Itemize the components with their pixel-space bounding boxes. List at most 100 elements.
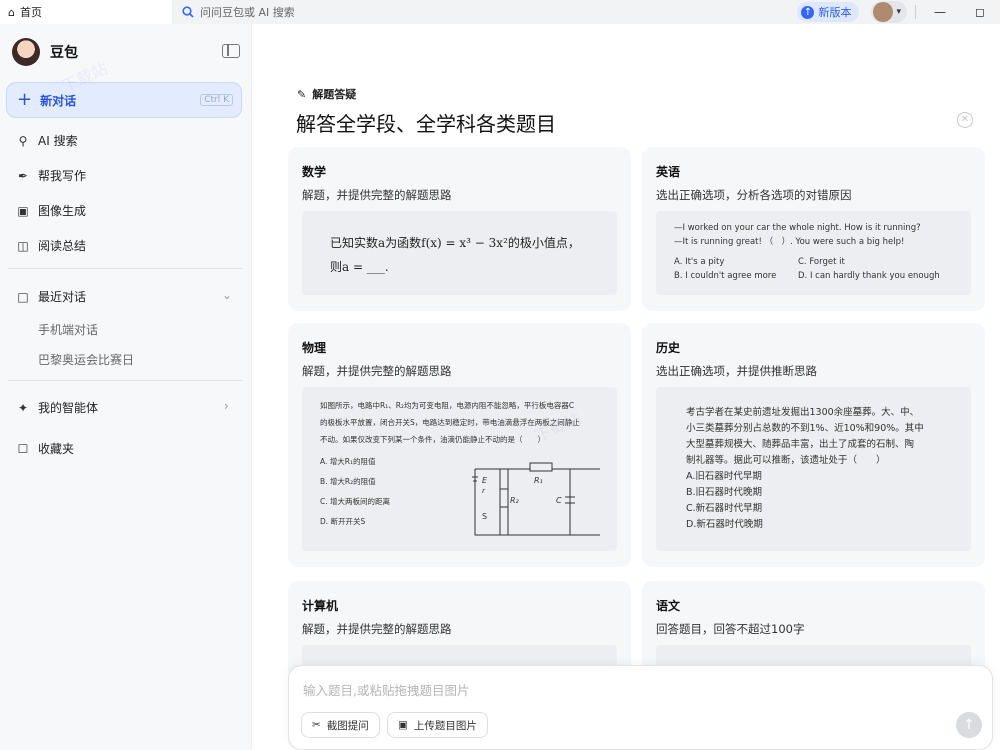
question-line: 小三类墓葬分别占总数的不到1%、近10%和90%。其中 [686, 423, 924, 434]
card-title: 英语 [656, 165, 681, 179]
sidebar-item-label: 阅读总结 [38, 239, 87, 253]
shortcut-badge: Ctrl K [200, 94, 233, 106]
avatar [873, 2, 894, 22]
sidebar-item-writing[interactable]: ✒ 帮我写作 [16, 167, 86, 184]
card-title: 计算机 [302, 599, 339, 613]
option: B. I couldn't agree more [674, 271, 777, 281]
chevron-down-icon: ▾ [896, 7, 901, 17]
card-desc: 解题，并提供完整的解题思路 [302, 364, 452, 378]
sidebar-item-image[interactable]: ▣ 图像生成 [16, 202, 86, 219]
new-chat-button[interactable]: + 新对话 Ctrl K [6, 82, 242, 118]
sidebar-item-label: 帮我写作 [38, 169, 87, 183]
example-box: —I worked on your car the whole night. H… [656, 211, 971, 295]
card-title: 物理 [302, 341, 327, 355]
brand-name: 豆包 [50, 45, 78, 61]
card-title: 数学 [302, 165, 327, 179]
sidebar-item-label: 图像生成 [38, 204, 87, 218]
sidebar-item-label: 我的智能体 [38, 401, 99, 415]
image-icon: ▣ [17, 203, 29, 218]
brand: 豆包 [12, 38, 78, 66]
divider [8, 268, 242, 269]
sidebar-item-favorites[interactable]: ☐ 收藏夹 [16, 440, 74, 457]
question-input[interactable]: 输入题目,或粘贴拖拽题目图片 [303, 680, 469, 699]
question-line: 不动。如果仅改变下列某一个条件，油滴仍能静止不动的是（ ） [320, 435, 545, 444]
card-desc: 解题，并提供完整的解题思路 [302, 622, 452, 636]
recent-chat-item[interactable]: 手机端对话 [38, 321, 98, 338]
new-chat-label: 新对话 [40, 93, 77, 108]
label-r1: R₁ [534, 476, 543, 485]
card-desc: 回答题目，回答不超过100字 [656, 622, 805, 636]
screenshot-ask-label: 截图提问 [326, 719, 369, 732]
option: A.旧石器时代早期 [686, 471, 762, 482]
option: C. Forget it [798, 257, 845, 267]
option: C.新石器时代早期 [686, 503, 763, 514]
graduation-cap-icon: ✎ [297, 87, 307, 101]
question-line: 制礼器等。据此可以推断，该遗址处于（ ） [686, 455, 886, 466]
math-line: 则a = ___. [330, 260, 389, 274]
card-title: 历史 [656, 341, 681, 355]
card-physics[interactable]: 物理 解题，并提供完整的解题思路 如图所示，电路中R₁、R₂均为可变电阻，电源内… [288, 323, 631, 567]
user-menu[interactable]: ▾ [871, 1, 907, 23]
page-title: 解答全学段、全学科各类题目 [296, 112, 556, 136]
question-line: 大型墓葬规模大、随葬品丰富，出土了成套的石制、陶 [686, 439, 915, 450]
minimize-button[interactable]: — [920, 0, 960, 24]
question-line: —It is running great! （ ）. You were such… [674, 237, 905, 247]
card-desc: 选出正确选项，分析各选项的对错原因 [656, 188, 852, 202]
recent-chat-item[interactable]: 巴黎奥运会比赛日 [38, 351, 134, 368]
example-box: 已知实数a为函数f(x) = x³ − 3x²的极小值点， 则a = ___. [302, 211, 617, 295]
card-history[interactable]: 历史 选出正确选项，并提供推断思路 考古学者在某史前遗址发掘出1300余座墓葬。… [642, 323, 985, 567]
maximize-button[interactable]: ◻ [960, 0, 1000, 24]
image-upload-icon: ▣ [398, 719, 408, 731]
scissors-icon: ✂ [312, 719, 321, 731]
search-bar[interactable]: 问问豆包或 AI 搜索 [182, 4, 295, 20]
question-line: —I worked on your car the whole night. H… [674, 223, 921, 233]
upload-image-button[interactable]: ▣ 上传题目图片 [387, 712, 488, 738]
question-line: 考古学者在某史前遗址发掘出1300余座墓葬。大、中、 [686, 407, 920, 418]
label-r2: R₂ [510, 496, 520, 505]
card-desc: 选出正确选项，并提供推断思路 [656, 364, 817, 378]
sidebar-item-recent[interactable]: □ 最近对话 [16, 288, 86, 305]
card-english[interactable]: 英语 选出正确选项，分析各选项的对错原因 —I worked on your c… [642, 147, 985, 311]
option: B.旧石器时代晚期 [686, 487, 763, 498]
close-icon[interactable]: ✕ [957, 112, 973, 128]
sidebar-item-agents[interactable]: ✦ 我的智能体 [16, 399, 98, 416]
sidebar-item-label: AI 搜索 [38, 134, 78, 148]
title-bar: ⌂ 首页 问问豆包或 AI 搜索 ↑ 新版本 ▾ — ◻ [0, 0, 1000, 24]
pen-icon: ✒ [17, 168, 29, 183]
sidebar-item-reading[interactable]: ◫ 阅读总结 [16, 237, 86, 254]
sidebar-item-label: 最近对话 [38, 290, 87, 304]
sparkle-icon: ✦ [17, 400, 29, 415]
main-content: ✎ 解题答疑 解答全学段、全学科各类题目 ✕ 数学 解题，并提供完整的解题思路 … [253, 24, 1000, 750]
example-box: 考古学者在某史前遗址发掘出1300余座墓葬。大、中、 小三类墓葬分别占总数的不到… [656, 387, 971, 551]
label-c: C [556, 496, 562, 505]
screenshot-ask-button[interactable]: ✂ 截图提问 [301, 712, 380, 738]
sidebar-collapse-icon[interactable] [222, 44, 240, 58]
circuit-diagram: E r S R₁ R₂ C [472, 462, 600, 536]
sidebar-item-ai-search[interactable]: ⚲ AI 搜索 [16, 132, 78, 149]
question-line: 如图所示，电路中R₁、R₂均为可变电阻，电源内阻不能忽略，平行板电容器C [320, 401, 575, 410]
chevron-down-icon[interactable]: ⌄ [222, 288, 232, 302]
section-label: ✎ 解题答疑 [297, 86, 356, 102]
section-label-text: 解题答疑 [312, 88, 357, 101]
option: A. It's a pity [674, 257, 725, 267]
question-line: 的极板水平放置，闭合开关S，电路达到稳定时，带电油滴悬浮在两板之间静止 [320, 418, 580, 427]
send-button[interactable]: ↑ [956, 712, 982, 738]
tab-home[interactable]: ⌂ 首页 [0, 0, 172, 24]
card-math[interactable]: 数学 解题，并提供完整的解题思路 已知实数a为函数f(x) = x³ − 3x²… [288, 147, 631, 311]
new-version-button[interactable]: ↑ 新版本 [797, 2, 860, 22]
upload-image-label: 上传题目图片 [413, 719, 477, 732]
brand-avatar [12, 38, 40, 66]
option: D. I can hardly thank you enough [798, 271, 940, 281]
upgrade-icon: ↑ [801, 5, 815, 19]
new-version-label: 新版本 [818, 6, 852, 19]
plus-icon: + [17, 89, 33, 110]
chevron-right-icon[interactable]: › [224, 399, 229, 413]
bookmark-icon: ☐ [17, 441, 29, 456]
question-input-panel: 输入题目,或粘贴拖拽题目图片 ✂ 截图提问 ▣ 上传题目图片 ↑ [288, 665, 993, 750]
home-icon: ⌂ [8, 5, 15, 19]
example-box: 如图所示，电路中R₁、R₂均为可变电阻，电源内阻不能忽略，平行板电容器C 的极板… [302, 387, 617, 551]
card-desc: 解题，并提供完整的解题思路 [302, 188, 452, 202]
label-s: S [482, 512, 487, 521]
math-line: 已知实数a为函数f(x) = x³ − 3x²的极小值点， [330, 236, 580, 250]
divider [8, 380, 242, 381]
